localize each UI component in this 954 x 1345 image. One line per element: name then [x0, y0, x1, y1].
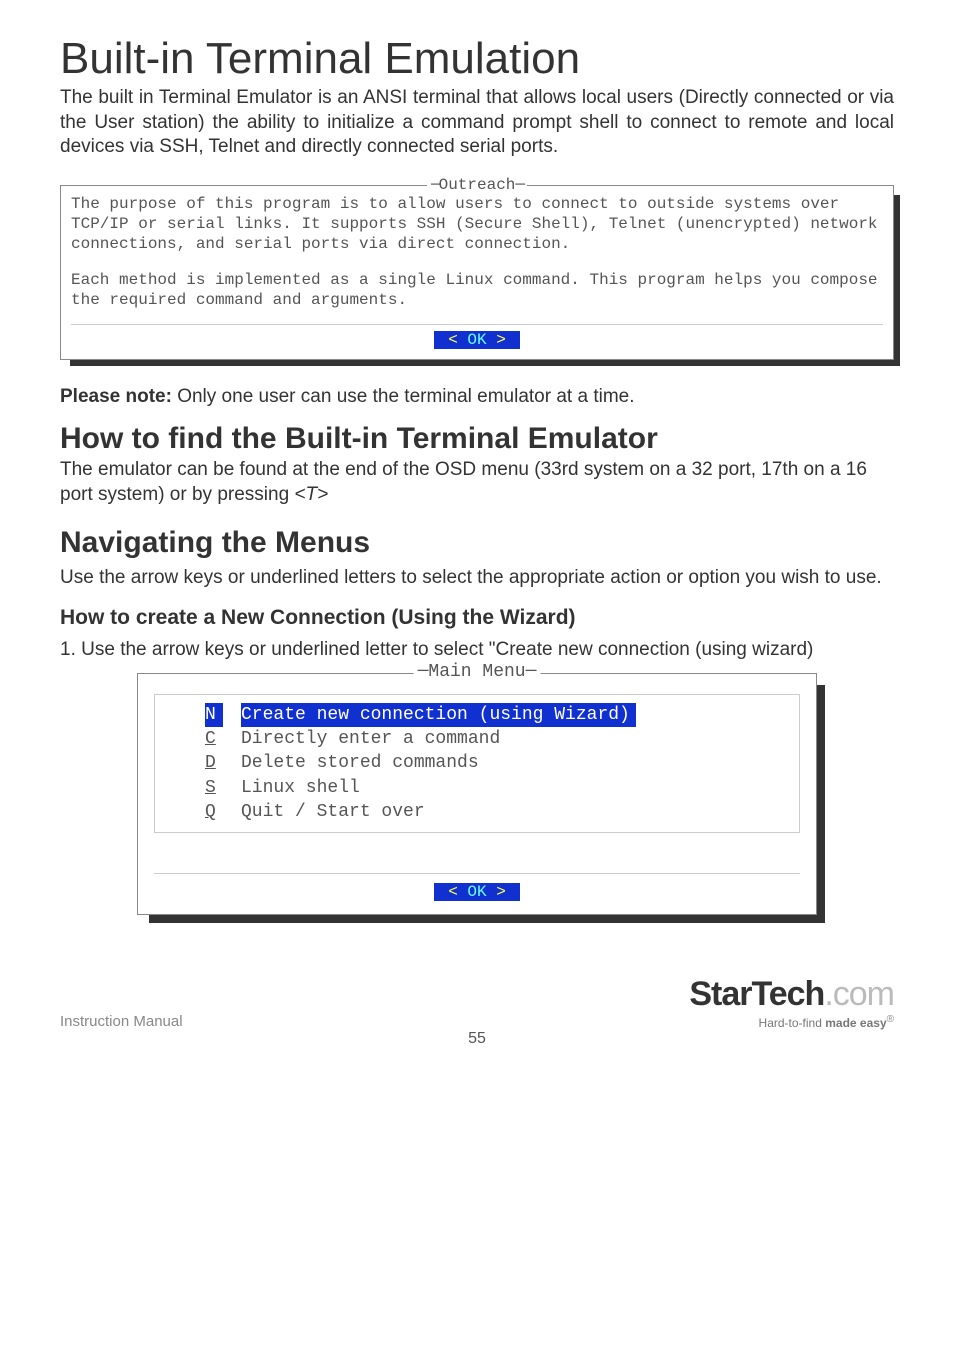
- menu-item-key: C: [205, 727, 223, 751]
- menu-item[interactable]: Q Quit / Start over: [165, 800, 789, 824]
- menu-list: N Create new connection (using Wizard) C Di…: [154, 694, 800, 833]
- dialog-frame: ─Main Menu─ NCreate new connection (usin…: [137, 673, 817, 915]
- menu-item-key: D: [205, 751, 223, 775]
- menu-item[interactable]: S Linux shell: [165, 776, 789, 800]
- intro-paragraph: The built in Terminal Emulator is an ANS…: [60, 86, 894, 159]
- dialog-text-2: Each method is implemented as a single L…: [71, 270, 883, 310]
- section-navigating: Navigating the Menus: [60, 526, 894, 560]
- ok-button[interactable]: < OK >: [434, 331, 520, 349]
- note-label: Please note:: [60, 386, 172, 407]
- dialog-title: ─Main Menu─: [414, 662, 541, 682]
- note-text: Only one user can use the terminal emula…: [172, 386, 635, 407]
- outreach-dialog: Outreach The purpose of this program is …: [60, 185, 894, 360]
- step-1: 1. Use the arrow keys or underlined lett…: [60, 638, 894, 663]
- menu-item-key: S: [205, 776, 223, 800]
- dialog-frame: Outreach The purpose of this program is …: [60, 185, 894, 360]
- page-number: 55: [468, 1030, 486, 1048]
- main-menu-dialog: ─Main Menu─ NCreate new connection (usin…: [137, 673, 817, 915]
- key-t: <T>: [294, 484, 328, 505]
- find-emulator-body: The emulator can be found at the end of …: [60, 458, 894, 507]
- menu-item-key: Q: [205, 800, 223, 824]
- subsection-new-connection: How to create a New Connection (Using th…: [60, 606, 894, 630]
- menu-item-label: Delete stored commands: [241, 751, 479, 775]
- navigating-body: Use the arrow keys or underlined letters…: [60, 566, 894, 591]
- footer-doc-type: Instruction Manual: [60, 1013, 183, 1030]
- menu-item-key: N: [205, 703, 223, 727]
- page-footer: Instruction Manual StarTech.com Hard-to-…: [60, 975, 894, 1030]
- brand-name-suffix: .com: [824, 975, 894, 1013]
- ok-label: OK: [467, 883, 486, 901]
- menu-item[interactable]: N Create new connection (using Wizard): [165, 703, 789, 727]
- menu-item[interactable]: D Delete stored commands: [165, 751, 789, 775]
- section-find-emulator: How to find the Built-in Terminal Emulat…: [60, 422, 894, 456]
- menu-item-label: Directly enter a command: [241, 727, 500, 751]
- brand-logo: StarTech.com Hard-to-find made easy®: [689, 975, 894, 1030]
- menu-item-label: Linux shell: [241, 776, 360, 800]
- dialog-title: Outreach: [427, 176, 527, 194]
- ok-button[interactable]: < OK >: [434, 883, 520, 901]
- dialog-text-1: The purpose of this program is to allow …: [71, 194, 883, 254]
- note: Please note: Only one user can use the t…: [60, 386, 894, 408]
- menu-item-label: Quit / Start over: [241, 800, 425, 824]
- menu-item-label: Create new connection (using Wizard): [241, 703, 636, 727]
- page-title: Built-in Terminal Emulation: [60, 36, 894, 82]
- menu-item[interactable]: C Directly enter a command: [165, 727, 789, 751]
- ok-label: OK: [467, 331, 486, 349]
- brand-name-main: StarTech: [689, 975, 824, 1013]
